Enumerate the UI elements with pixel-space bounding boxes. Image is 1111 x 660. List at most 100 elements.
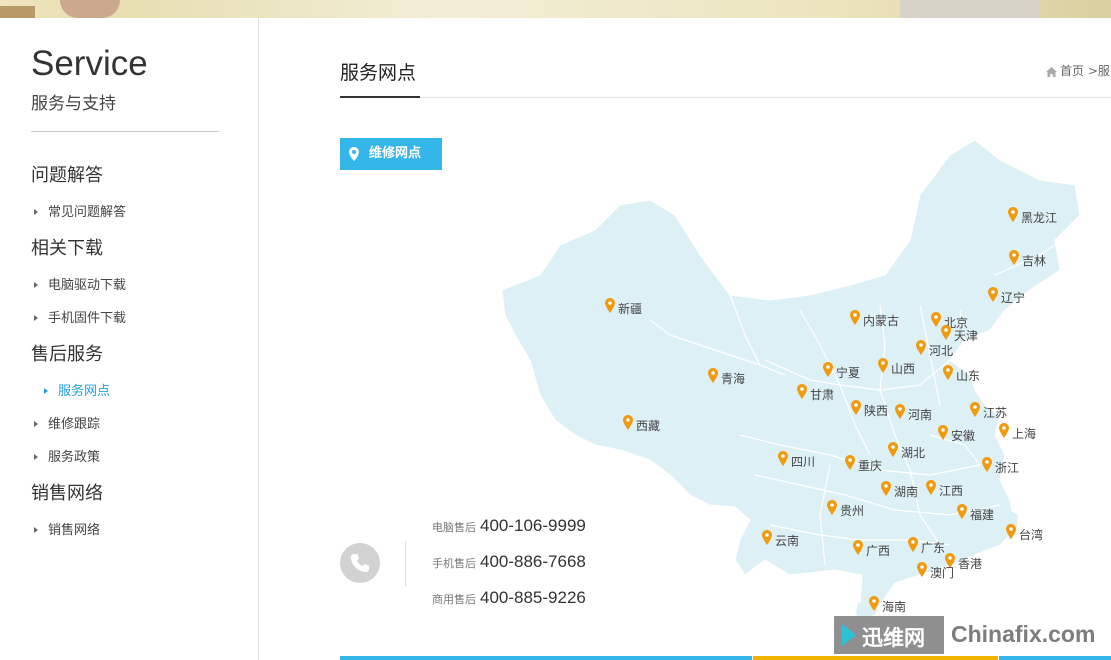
- province-label[interactable]: 山东: [956, 369, 980, 383]
- watermark-logo: 迅维网: [834, 616, 944, 654]
- province-label[interactable]: 四川: [791, 455, 815, 469]
- map-pin-dot: [934, 315, 938, 319]
- province-label[interactable]: 安徽: [951, 428, 975, 443]
- province-label[interactable]: 宁夏: [836, 365, 860, 380]
- bullet-arrow-icon: [34, 314, 38, 321]
- china-map: 黑龙江吉林辽宁新疆内蒙古 北京天津河北宁夏 山西 山东青海甘肃陕西 河南 江苏安徽 上海西藏…: [501, 139, 1081, 619]
- map-pin-dot: [848, 458, 852, 462]
- map-pin-dot: [765, 533, 769, 537]
- top-banner-image: [0, 0, 1111, 18]
- sidebar-item-repair-tracking[interactable]: 维修跟踪: [34, 413, 100, 432]
- province-label[interactable]: 重庆: [858, 459, 882, 473]
- province-label[interactable]: 贵州: [840, 504, 864, 518]
- province-label[interactable]: 甘肃: [810, 388, 834, 402]
- map-pin-dot: [626, 418, 630, 422]
- province-label[interactable]: 广东: [921, 541, 945, 555]
- phone-number: 400-885-9226: [480, 588, 586, 607]
- map-pin-dot: [800, 387, 804, 391]
- map-pin-dot: [872, 599, 876, 603]
- bullet-arrow-icon: [34, 420, 38, 427]
- province-label[interactable]: 香港: [958, 557, 982, 571]
- sidebar-item-sales-network[interactable]: 销售网络: [34, 519, 100, 538]
- province-label[interactable]: 天津: [954, 329, 978, 343]
- sidebar-item-service-policy[interactable]: 服务政策: [34, 446, 100, 465]
- map-pin-dot: [781, 454, 785, 458]
- province-label[interactable]: 湖北: [901, 445, 925, 460]
- phone-label: 手机售后: [432, 557, 476, 570]
- bullet-arrow-icon: [34, 453, 38, 460]
- province-label[interactable]: 辽宁: [1001, 290, 1025, 305]
- watermark: 迅维网 Chinafix.com: [834, 616, 1106, 654]
- map-pin-dot: [919, 343, 923, 347]
- phone-row-mobile: 手机售后 400-886-7668: [432, 552, 586, 572]
- sidebar-item-phone-firmware[interactable]: 手机固件下载: [34, 307, 126, 326]
- province-label[interactable]: 广西: [866, 544, 890, 558]
- bullet-arrow-icon: [34, 281, 38, 288]
- province-label[interactable]: 山西: [891, 362, 915, 376]
- province-label[interactable]: 福建: [970, 507, 994, 522]
- sidebar-section-downloads[interactable]: 相关下载: [31, 234, 103, 260]
- watermark-cn: 迅维网: [862, 626, 925, 650]
- watermark-arrow-icon: [842, 624, 856, 646]
- breadcrumb[interactable]: 首页 >服: [1046, 62, 1110, 79]
- map-pin-dot: [1009, 527, 1013, 531]
- map-pin-dot: [608, 301, 612, 305]
- bottom-tab-bar-3: [999, 656, 1111, 660]
- province-label[interactable]: 湖南: [894, 484, 918, 499]
- sidebar-section-faq[interactable]: 问题解答: [31, 161, 103, 187]
- bullet-arrow-icon: [44, 387, 48, 394]
- map-pin-dot: [944, 328, 948, 332]
- province-label[interactable]: 陕西: [864, 403, 888, 418]
- province-label[interactable]: 江西: [939, 484, 963, 498]
- map-pin-icon[interactable]: [999, 423, 1009, 438]
- sidebar-item-label: 电脑驱动下载: [48, 278, 127, 293]
- home-icon: [1046, 66, 1057, 77]
- sidebar: Service 服务与支持 问题解答 常见问题解答 相关下载 电脑驱动下载 手机…: [0, 18, 259, 660]
- sidebar-section-after-sales[interactable]: 售后服务: [31, 340, 103, 366]
- breadcrumb-text[interactable]: 首页 >服: [1060, 64, 1110, 78]
- map-pin-dot: [854, 403, 858, 407]
- map-pin-dot: [891, 445, 895, 449]
- map-pin-dot: [898, 407, 902, 411]
- map-pin-dot: [985, 460, 989, 464]
- map-pin-dot: [911, 540, 915, 544]
- sidebar-brand-title: Service: [31, 44, 148, 83]
- map-pin-dot: [929, 483, 933, 487]
- province-label[interactable]: 澳门: [930, 565, 954, 580]
- page-title: 服务网点: [340, 62, 417, 84]
- location-pin-icon: [349, 147, 359, 161]
- province-label[interactable]: 西藏: [636, 419, 660, 433]
- map-pin-dot: [960, 507, 964, 511]
- province-label[interactable]: 河南: [908, 407, 932, 422]
- sidebar-section-sales[interactable]: 销售网络: [31, 479, 103, 505]
- title-divider: [340, 97, 1111, 98]
- map-pin-dot: [991, 290, 995, 294]
- province-label[interactable]: 浙江: [995, 461, 1019, 475]
- title-underline: [340, 96, 420, 98]
- province-marker[interactable]: 台湾: [1006, 524, 1043, 542]
- province-marker[interactable]: 上海: [999, 423, 1036, 441]
- map-pin-dot: [856, 543, 860, 547]
- phone-number: 400-886-7668: [480, 552, 586, 571]
- province-label[interactable]: 海南: [882, 599, 906, 614]
- map-pin-dot: [948, 556, 952, 560]
- province-label[interactable]: 江苏: [983, 406, 1007, 420]
- province-label[interactable]: 新疆: [618, 301, 642, 316]
- province-label[interactable]: 黑龙江: [1021, 211, 1057, 225]
- sidebar-divider: [31, 131, 219, 132]
- sidebar-item-pc-driver[interactable]: 电脑驱动下载: [34, 274, 126, 293]
- sidebar-item-label: 手机固件下载: [48, 311, 127, 326]
- province-label[interactable]: 青海: [721, 371, 745, 386]
- map-pin-dot: [1002, 426, 1006, 430]
- sidebar-item-service-points[interactable]: 服务网点: [44, 380, 110, 399]
- sidebar-item-faq[interactable]: 常见问题解答: [34, 201, 126, 220]
- repair-points-tab[interactable]: 维修网点: [340, 138, 442, 170]
- phone-icon-circle: [340, 543, 380, 583]
- province-label[interactable]: 台湾: [1019, 527, 1043, 542]
- province-label[interactable]: 吉林: [1022, 254, 1046, 268]
- province-label[interactable]: 云南: [775, 533, 799, 548]
- province-label[interactable]: 内蒙古: [863, 313, 899, 328]
- province-label[interactable]: 河北: [929, 344, 953, 358]
- phone-icon: [351, 554, 369, 572]
- province-label[interactable]: 上海: [1012, 426, 1036, 441]
